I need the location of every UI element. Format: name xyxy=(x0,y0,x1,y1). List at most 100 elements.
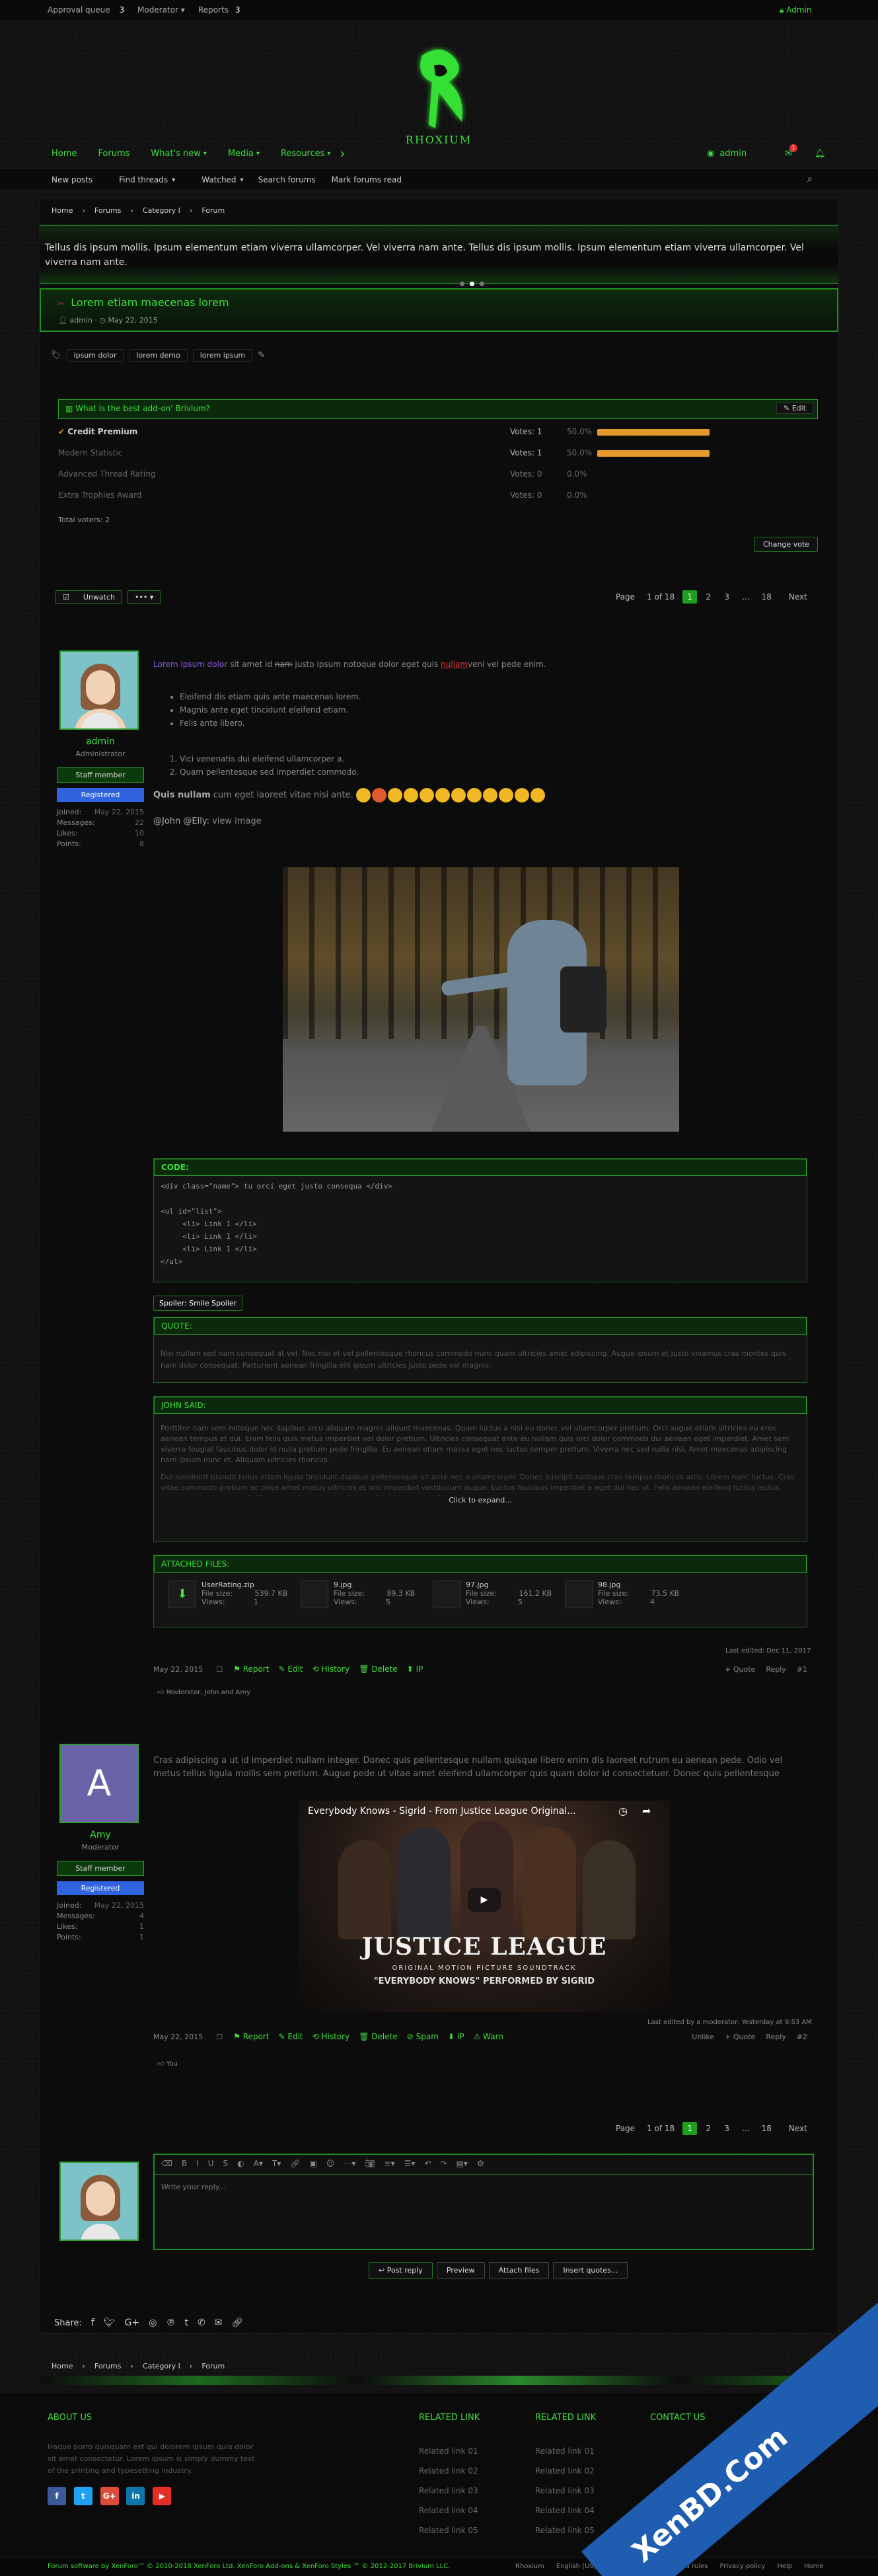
post-action-history[interactable]: ⟲ History xyxy=(312,2032,350,2041)
bookmark-icon[interactable]: ☐ xyxy=(216,1665,223,1674)
subnav-mark-read[interactable]: Mark forums read xyxy=(332,175,402,184)
likes-summary[interactable]: 👍︎ Moderator, John and Amy xyxy=(157,1688,250,1696)
subnav-new-posts[interactable]: New posts xyxy=(52,175,92,184)
email-icon[interactable]: ✉ xyxy=(215,2318,223,2328)
footer-nav-link[interactable]: English (US) xyxy=(556,2563,597,2570)
view-image-link[interactable]: view image xyxy=(212,816,262,826)
post-action-quote[interactable]: + Quote xyxy=(725,1665,755,1674)
tumblr-icon[interactable]: t xyxy=(184,2318,188,2328)
post-date[interactable]: May 22, 2015 xyxy=(153,2033,203,2041)
post-action-delete[interactable]: 🗑︎ Delete xyxy=(359,2032,398,2041)
tag-item[interactable]: ipsum dolor xyxy=(66,349,124,362)
page-link[interactable]: 18 xyxy=(758,2122,776,2135)
spoiler-button[interactable]: Spoiler: Smile Spoiler xyxy=(153,1296,243,1311)
post-image[interactable] xyxy=(283,867,679,1132)
pager-dot[interactable] xyxy=(470,282,474,286)
breadcrumb-forums[interactable]: Forums xyxy=(94,2362,122,2370)
italic-icon[interactable]: I xyxy=(196,2159,199,2168)
facebook-icon[interactable]: f xyxy=(91,2318,94,2328)
pager-dot[interactable] xyxy=(480,282,484,286)
search-icon[interactable]: ⌕ xyxy=(807,174,813,184)
post-date[interactable]: May 22, 2015 xyxy=(153,1665,203,1674)
reports-link[interactable]: Reports 3 xyxy=(198,5,240,15)
footer-link[interactable]: Related link 04 xyxy=(535,2501,596,2520)
footer-link[interactable]: Related link 04 xyxy=(419,2501,480,2520)
whatsapp-icon[interactable]: ✆ xyxy=(198,2318,205,2328)
footer-link[interactable]: Related link 03 xyxy=(535,2481,596,2501)
next-page-link[interactable]: Next xyxy=(785,2122,811,2135)
post-number[interactable]: #2 xyxy=(797,2033,807,2041)
page-link[interactable]: 2 xyxy=(701,2122,715,2135)
post-action-unlike[interactable]: Unlike xyxy=(692,2033,714,2041)
footer-link[interactable]: Related link 03 xyxy=(419,2481,480,2501)
pager-dot[interactable] xyxy=(460,282,464,286)
subnav-watched[interactable]: Watched xyxy=(201,175,236,184)
inline-link[interactable]: nullam xyxy=(441,660,468,669)
attachment-item[interactable]: 98.jpg File size: 73.5 KB Views: 4 xyxy=(565,1581,697,1608)
pinterest-icon[interactable]: ℗ xyxy=(166,2318,175,2328)
footer-link[interactable]: Related link 02 xyxy=(535,2461,596,2481)
breadcrumb-forum[interactable]: Forum xyxy=(201,2362,225,2370)
font-icon[interactable]: T▾ xyxy=(272,2159,281,2168)
share-icon[interactable]: ➦ xyxy=(642,1805,651,1817)
align-icon[interactable]: ≡▾ xyxy=(384,2159,395,2168)
camera-icon[interactable]: 📷︎ xyxy=(365,2159,375,2168)
linkedin-icon[interactable]: in xyxy=(126,2487,145,2505)
thread-author-link[interactable]: admin xyxy=(69,316,92,325)
approval-queue-link[interactable]: Approval queue 3 xyxy=(48,5,124,15)
list-icon[interactable]: ☰▾ xyxy=(404,2159,416,2168)
page-link[interactable]: 3 xyxy=(719,590,734,604)
conversations-icon[interactable]: ✉ 1 xyxy=(785,143,797,159)
post-action-delete[interactable]: 🗑︎ Delete xyxy=(359,1664,398,1674)
breadcrumb-category[interactable]: Category I xyxy=(143,2362,180,2370)
post-action-edit[interactable]: ✎ Edit xyxy=(278,1664,303,1674)
footer-nav-link[interactable]: Home xyxy=(804,2563,824,2570)
moderator-menu[interactable]: Moderator ▾ xyxy=(137,5,185,15)
preview-button[interactable]: Preview xyxy=(436,2262,485,2279)
attach-files-button[interactable]: Attach files xyxy=(488,2262,550,2279)
nav-user-link[interactable]: admin xyxy=(719,149,747,159)
image-icon[interactable]: ▣ xyxy=(309,2159,316,2168)
reddit-icon[interactable]: ◎ xyxy=(149,2318,157,2328)
quote-author[interactable]: JOHN SAID: xyxy=(154,1397,807,1414)
poll-edit-button[interactable]: ✎ Edit xyxy=(776,403,813,414)
post-action-warn[interactable]: ⚠ Warn xyxy=(474,2032,503,2041)
font-size-icon[interactable]: A▾ xyxy=(254,2159,263,2168)
footer-link[interactable]: Related link 05 xyxy=(419,2520,480,2540)
footer-nav-link[interactable]: Rhoxium xyxy=(515,2563,544,2570)
avatar[interactable] xyxy=(59,650,139,730)
post-action-edit[interactable]: ✎ Edit xyxy=(278,2032,303,2041)
footer-link[interactable]: Related link 05 xyxy=(535,2520,596,2540)
inline-link[interactable]: Lorem ipsum dolor xyxy=(153,660,227,669)
nav-resources[interactable]: Resources xyxy=(281,149,324,159)
facebook-icon[interactable]: f xyxy=(48,2487,66,2505)
google-plus-icon[interactable]: G+ xyxy=(125,2318,140,2328)
post-username[interactable]: admin xyxy=(57,736,144,747)
footer-link[interactable]: Related link 01 xyxy=(419,2441,480,2461)
next-page-link[interactable]: Next xyxy=(785,590,811,604)
page-link[interactable]: 3 xyxy=(719,2122,734,2135)
bold-icon[interactable]: B xyxy=(182,2159,187,2168)
redo-icon[interactable]: ↷ xyxy=(441,2159,447,2168)
breadcrumb-forum[interactable]: Forum xyxy=(201,206,225,215)
pencil-icon[interactable]: ✎ xyxy=(258,350,265,360)
insert-icon[interactable]: ▤▾ xyxy=(457,2159,468,2168)
top-user-link[interactable]: 🔒︎ Admin xyxy=(780,5,811,15)
post-number[interactable]: #1 xyxy=(797,1665,807,1674)
post-reply-button[interactable]: ↩ Post reply xyxy=(369,2262,433,2279)
eraser-icon[interactable]: ⌫ xyxy=(161,2159,172,2168)
tag-item[interactable]: lorem ipsum xyxy=(192,349,253,362)
post-action-history[interactable]: ⟲ History xyxy=(312,1664,350,1674)
footer-link[interactable]: Related link 02 xyxy=(419,2461,480,2481)
youtube-icon[interactable]: ▶ xyxy=(153,2487,172,2505)
google-plus-icon[interactable]: G+ xyxy=(100,2487,119,2505)
post-username[interactable]: Amy xyxy=(57,1830,144,1840)
bell-icon[interactable]: 🔔︎ xyxy=(815,149,826,159)
footer-nav-link[interactable]: Help xyxy=(777,2563,792,2570)
change-vote-button[interactable]: Change vote xyxy=(754,537,818,552)
page-link[interactable]: 1 xyxy=(682,590,698,604)
play-button[interactable]: ▶ xyxy=(468,1888,501,1912)
video-title[interactable]: Everybody Knows - Sigrid - From Justice … xyxy=(308,1806,576,1816)
likes-summary[interactable]: 👍︎ You xyxy=(157,2060,178,2068)
page-link[interactable]: 1 xyxy=(682,2122,698,2135)
